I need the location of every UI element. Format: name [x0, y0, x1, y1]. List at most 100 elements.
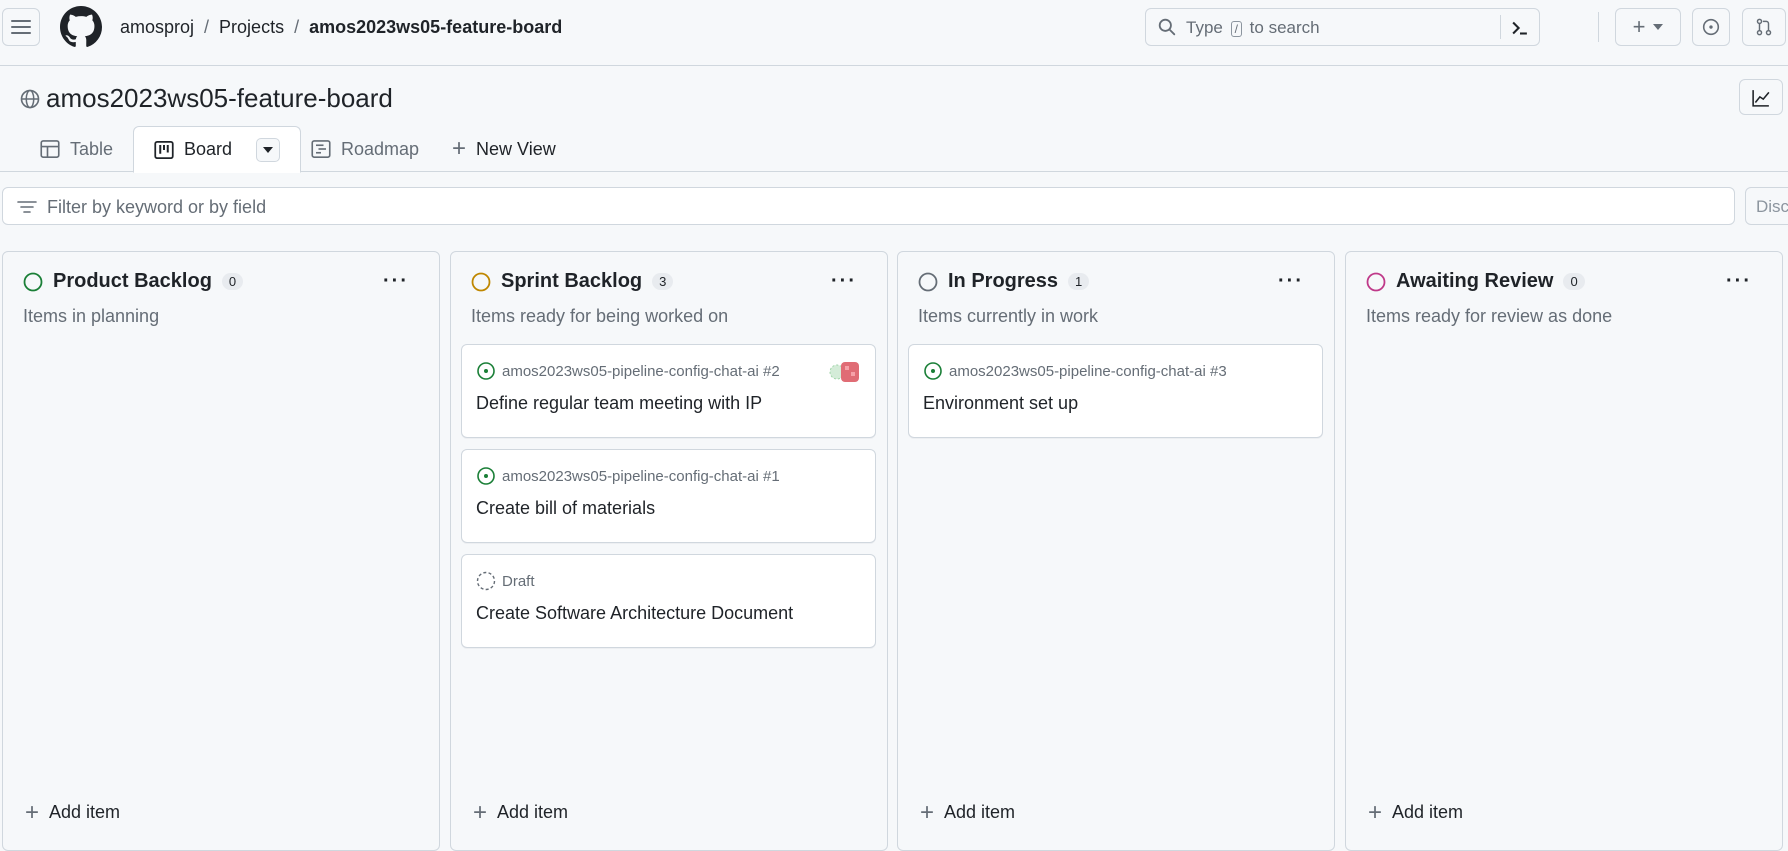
- card-repo-label: Draft: [502, 572, 535, 590]
- card-repo-link[interactable]: Draft: [476, 571, 535, 591]
- search-shortcut-key: /: [1230, 21, 1242, 37]
- table-icon: [40, 140, 60, 158]
- card-title[interactable]: Environment set up: [923, 393, 1078, 414]
- add-item-button[interactable]: + Add item: [473, 798, 569, 826]
- top-bar: amosproj / Projects / amos2023ws05-featu…: [0, 0, 1788, 66]
- filter-placeholder: Filter by keyword or by field: [47, 197, 267, 217]
- board-card[interactable]: amos2023ws05-pipeline-config-chat-ai #2 …: [461, 344, 876, 438]
- graph-icon: [1752, 90, 1770, 107]
- search-divider: [1500, 15, 1501, 39]
- status-circle-icon: [918, 272, 938, 291]
- board-card[interactable]: Draft Create Software Architecture Docum…: [461, 554, 876, 648]
- header-divider: [1598, 12, 1599, 42]
- board-icon: [154, 140, 174, 159]
- plus-icon: +: [920, 798, 935, 826]
- issue-opened-icon: [924, 362, 942, 380]
- column-description: Items currently in work: [918, 306, 1099, 326]
- discard-button[interactable]: Discard: [1745, 187, 1788, 225]
- board-card[interactable]: amos2023ws05-pipeline-config-chat-ai #1 …: [461, 449, 876, 543]
- breadcrumb-org-link[interactable]: amosproj: [120, 16, 194, 38]
- board-column: Product Backlog 0 ··· Items in planning …: [2, 251, 440, 851]
- view-options-dropdown[interactable]: [256, 137, 281, 162]
- card-title[interactable]: Define regular team meeting with IP: [476, 393, 762, 414]
- project-title-text: amos2023ws05-feature-board: [46, 83, 393, 113]
- breadcrumb-project-link[interactable]: amos2023ws05-feature-board: [309, 16, 562, 38]
- column-name: In Progress: [948, 270, 1059, 292]
- column-menu-button[interactable]: ···: [831, 270, 857, 293]
- column-menu-button[interactable]: ···: [1726, 270, 1752, 293]
- board-column: Sprint Backlog 3 ··· Items ready for bei…: [450, 251, 888, 851]
- column-description: Items ready for review as done: [1366, 306, 1613, 326]
- github-logo-icon[interactable]: [60, 6, 102, 48]
- create-new-button[interactable]: +: [1615, 8, 1681, 46]
- status-circle-icon: [471, 272, 491, 291]
- breadcrumb-separator: /: [294, 17, 300, 37]
- board-card[interactable]: amos2023ws05-pipeline-config-chat-ai #3 …: [908, 344, 1323, 438]
- column-name: Product Backlog: [53, 270, 212, 292]
- add-item-label: Add item: [497, 802, 569, 822]
- column-description: Items in planning: [23, 306, 160, 326]
- search-icon: [1158, 18, 1176, 36]
- board-column: In Progress 1 ··· Items currently in wor…: [897, 251, 1335, 851]
- triangle-down-icon: [263, 146, 274, 153]
- add-item-button[interactable]: + Add item: [920, 798, 1016, 826]
- search-placeholder: Type / to search: [1186, 18, 1320, 38]
- tab-new-view-label: New View: [476, 138, 556, 159]
- search-suffix-text: to search: [1249, 18, 1320, 37]
- filter-icon: [17, 201, 37, 213]
- column-header: Product Backlog 0: [23, 270, 244, 293]
- card-repo-link[interactable]: amos2023ws05-pipeline-config-chat-ai #3: [923, 361, 1227, 381]
- add-item-label: Add item: [944, 802, 1016, 822]
- insights-button[interactable]: [1739, 79, 1783, 115]
- status-circle-icon: [23, 272, 43, 291]
- status-circle-icon: [1366, 272, 1386, 291]
- plus-icon: +: [1368, 798, 1383, 826]
- tab-roadmap[interactable]: Roadmap: [311, 126, 419, 172]
- plus-icon: +: [25, 798, 40, 826]
- column-header: Awaiting Review 0: [1366, 270, 1585, 293]
- breadcrumb-separator: /: [204, 17, 210, 37]
- plus-icon: +: [452, 135, 467, 162]
- column-count-badge: 3: [652, 273, 674, 290]
- tab-table[interactable]: Table: [40, 126, 113, 172]
- card-repo-link[interactable]: amos2023ws05-pipeline-config-chat-ai #2: [476, 361, 780, 381]
- column-count-badge: 0: [221, 273, 244, 290]
- column-name: Awaiting Review: [1396, 270, 1554, 292]
- globe-icon: [20, 89, 40, 108]
- breadcrumb-projects-link[interactable]: Projects: [219, 16, 284, 38]
- add-item-label: Add item: [1392, 802, 1464, 822]
- assignee-avatar[interactable]: [829, 359, 861, 385]
- plus-icon: +: [1632, 14, 1646, 39]
- issues-button[interactable]: [1692, 8, 1730, 46]
- roadmap-icon: [311, 140, 331, 158]
- issue-opened-icon: [477, 467, 495, 485]
- column-header: Sprint Backlog 3: [471, 270, 674, 293]
- filter-input[interactable]: Filter by keyword or by field: [2, 187, 1735, 225]
- tab-board[interactable]: Board: [133, 126, 302, 173]
- column-description: Items ready for being worked on: [471, 306, 729, 326]
- column-name: Sprint Backlog: [501, 270, 643, 292]
- card-repo-link[interactable]: amos2023ws05-pipeline-config-chat-ai #1: [476, 466, 780, 486]
- plus-icon: +: [473, 798, 488, 826]
- tab-new-view[interactable]: + New View: [452, 126, 556, 172]
- draft-issue-icon: [476, 571, 496, 591]
- card-title[interactable]: Create bill of materials: [476, 498, 655, 519]
- breadcrumb: amosproj / Projects / amos2023ws05-featu…: [120, 16, 562, 38]
- column-menu-button[interactable]: ···: [383, 270, 409, 293]
- add-item-label: Add item: [49, 802, 121, 822]
- tab-board-label: Board: [184, 139, 233, 159]
- add-item-button[interactable]: + Add item: [25, 798, 121, 826]
- column-count-badge: 1: [1068, 273, 1090, 290]
- hamburger-icon: [11, 20, 31, 34]
- search-input[interactable]: Type / to search: [1145, 8, 1540, 46]
- tab-table-label: Table: [70, 138, 114, 159]
- column-header: In Progress 1: [918, 270, 1090, 293]
- hamburger-menu-button[interactable]: [2, 8, 40, 46]
- card-title[interactable]: Create Software Architecture Document: [476, 603, 793, 624]
- column-menu-button[interactable]: ···: [1278, 270, 1304, 293]
- command-palette-icon[interactable]: [1509, 17, 1531, 39]
- search-prefix-text: Type: [1186, 18, 1223, 37]
- issue-opened-icon: [1702, 18, 1720, 36]
- add-item-button[interactable]: + Add item: [1368, 798, 1464, 826]
- pull-requests-button[interactable]: [1742, 8, 1786, 46]
